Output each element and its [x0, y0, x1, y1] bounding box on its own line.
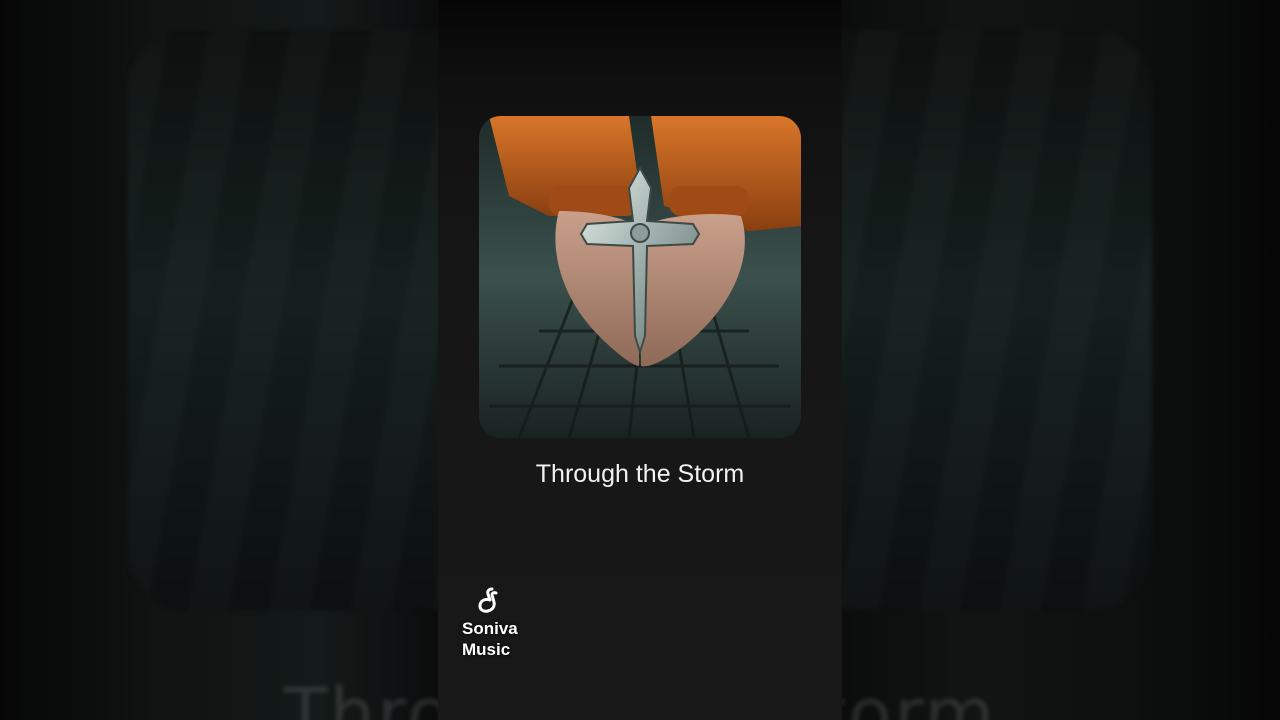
- brand-name-line1: Soniva: [462, 619, 518, 638]
- album-cover-art: [479, 116, 801, 438]
- video-frame: Through the Storm: [0, 0, 1280, 720]
- hands-holding-cross-image: [479, 116, 801, 438]
- music-note-logo-icon: [478, 587, 498, 613]
- video-content[interactable]: Through the Storm Soniva Music: [438, 0, 842, 720]
- brand-name-line2: Music: [462, 640, 511, 659]
- brand-watermark[interactable]: Soniva Music: [462, 586, 552, 660]
- brand-name: Soniva Music: [462, 618, 552, 660]
- song-title: Through the Storm: [535, 460, 745, 488]
